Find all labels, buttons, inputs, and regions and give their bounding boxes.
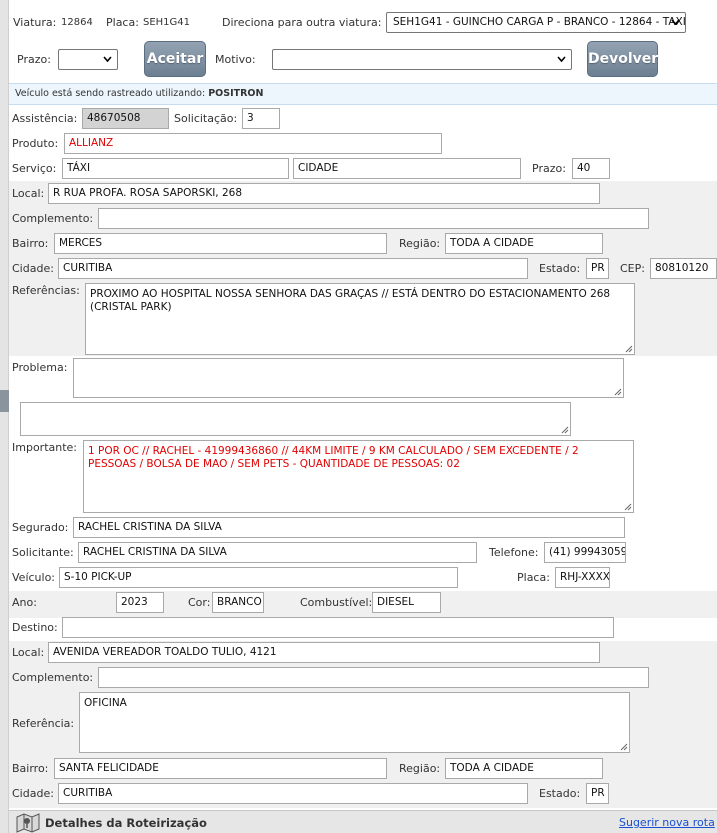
dest-local-label: Local: — [12, 646, 45, 659]
dest-referencia-text: OFICINA — [84, 697, 127, 709]
prazo-select[interactable] — [58, 49, 118, 70]
servico-area-field[interactable]: CIDADE — [293, 158, 521, 179]
sugerir-nova-rota-link[interactable]: Sugerir nova rota — [619, 816, 715, 829]
cor-field[interactable]: BRANCO — [212, 592, 264, 613]
aceitar-button[interactable]: Aceitar — [144, 41, 206, 77]
solicitante-label: Solicitante: — [12, 546, 74, 559]
importante-label: Importante: — [12, 441, 78, 454]
devolver-button[interactable]: Devolver — [587, 41, 658, 77]
tracking-banner: Veículo está sendo rastreado utilizando:… — [9, 83, 717, 105]
chevron-down-icon — [557, 56, 566, 63]
tracking-text: Veículo está sendo rastreado utilizando: — [15, 88, 206, 99]
regiao-field[interactable]: TODA A CIDADE — [445, 233, 603, 254]
bairro-field[interactable]: MERCES — [54, 233, 387, 254]
chevron-down-icon — [103, 56, 112, 63]
cidade-label: Cidade: — [12, 262, 54, 275]
cidade-field[interactable]: CURITIBA — [58, 258, 528, 279]
motivo-label: Motivo: — [215, 53, 256, 66]
importante-textarea[interactable]: 1 POR OC // RACHEL - 41999436860 // 44KM… — [83, 440, 634, 513]
dest-referencia-textarea[interactable]: OFICINA — [79, 692, 630, 753]
problema-textarea[interactable] — [73, 358, 624, 398]
viatura-select[interactable]: SEH1G41 - GUINCHO CARGA P - BRANCO - 128… — [386, 12, 686, 33]
complemento-label: Complemento: — [12, 212, 94, 225]
routing-details-title: Detalhes da Roteirização — [45, 816, 207, 830]
estado-field[interactable]: PR — [586, 258, 609, 279]
cep-label: CEP: — [620, 262, 645, 275]
cor-label: Cor: — [188, 596, 211, 609]
resize-grip-icon[interactable] — [624, 344, 633, 353]
dest-regiao-field[interactable]: TODA A CIDADE — [445, 758, 603, 779]
combustivel-field[interactable]: DIESEL — [372, 592, 441, 613]
destino-label: Destino: — [12, 621, 58, 634]
veiculo-field[interactable]: S-10 PICK-UP — [59, 567, 458, 588]
assistencia-field[interactable]: 48670508 — [82, 108, 169, 129]
dest-cidade-label: Cidade: — [12, 787, 54, 800]
produto-field[interactable]: ALLIANZ — [64, 133, 442, 154]
servico-label: Serviço: — [12, 162, 57, 175]
dest-referencia-label: Referência: — [12, 717, 75, 730]
segurado-field[interactable]: RACHEL CRISTINA DA SILVA — [73, 517, 625, 538]
placa-value: SEH1G41 — [143, 17, 191, 28]
motivo-select[interactable] — [272, 49, 572, 70]
viatura-select-value: SEH1G41 - GUINCHO CARGA P - BRANCO - 128… — [393, 16, 686, 28]
referencias-label: Referências: — [12, 284, 80, 297]
telefone-field[interactable]: (41) 99943059€ — [544, 542, 626, 563]
ano-label: Ano: — [12, 596, 37, 609]
servico-field[interactable]: TÁXI — [62, 158, 289, 179]
cep-field[interactable]: 80810120 — [650, 258, 717, 279]
solicitacao-label: Solicitação: — [174, 112, 238, 125]
problema-extra-textarea[interactable] — [20, 402, 571, 436]
produto-label: Produto: — [12, 137, 59, 150]
panel-collapse-handle[interactable] — [0, 390, 9, 412]
chevron-down-icon — [671, 19, 680, 26]
servico-prazo-field[interactable]: 40 — [572, 158, 610, 179]
combustivel-label: Combustível: — [300, 596, 373, 609]
direciona-label: Direciona para outra viatura: — [222, 16, 382, 29]
telefone-label: Telefone: — [489, 546, 539, 559]
dest-regiao-label: Região: — [399, 762, 441, 775]
dest-cidade-field[interactable]: CURITIBA — [58, 783, 528, 804]
vehicle-placa-field[interactable]: RHJ-XXXX — [555, 567, 610, 588]
bairro-label: Bairro: — [12, 237, 49, 250]
complemento-field[interactable] — [98, 208, 649, 229]
left-rail — [0, 0, 9, 833]
assistencia-label: Assistência: — [12, 112, 78, 125]
referencias-textarea[interactable]: PROXIMO AO HOSPITAL NOSSA SENHORA DAS GR… — [85, 283, 635, 355]
dest-estado-field[interactable]: PR — [586, 783, 609, 804]
placa-label: Placa: — [106, 16, 139, 29]
importante-text: 1 POR OC // RACHEL - 41999436860 // 44KM… — [88, 445, 579, 470]
servico-prazo-label: Prazo: — [532, 162, 566, 175]
tracking-provider: POSITRON — [208, 88, 264, 99]
dest-complemento-field[interactable] — [98, 667, 649, 688]
referencias-text: PROXIMO AO HOSPITAL NOSSA SENHORA DAS GR… — [90, 288, 611, 313]
problema-label: Problema: — [12, 361, 68, 374]
segurado-label: Segurado: — [12, 521, 69, 534]
map-icon — [16, 813, 40, 833]
dest-bairro-field[interactable]: SANTA FELICIDADE — [54, 758, 387, 779]
viatura-value: 12864 — [61, 17, 93, 28]
estado-label: Estado: — [539, 262, 581, 275]
local-label: Local: — [12, 187, 45, 200]
resize-grip-icon[interactable] — [613, 387, 622, 396]
dest-complemento-label: Complemento: — [12, 671, 94, 684]
solicitante-field[interactable]: RACHEL CRISTINA DA SILVA — [78, 542, 477, 563]
resize-grip-icon[interactable] — [623, 502, 632, 511]
veiculo-label: Veículo: — [12, 571, 56, 584]
resize-grip-icon[interactable] — [560, 425, 569, 434]
destino-field[interactable] — [62, 617, 614, 638]
dest-bairro-label: Bairro: — [12, 762, 49, 775]
prazo-action-label: Prazo: — [17, 53, 51, 66]
viatura-label: Viatura: — [13, 16, 57, 29]
dest-estado-label: Estado: — [539, 787, 581, 800]
dest-local-field[interactable]: AVENIDA VEREADOR TOALDO TULIO, 4121 — [48, 642, 600, 663]
regiao-label: Região: — [399, 237, 441, 250]
vehicle-placa-label: Placa: — [517, 571, 550, 584]
ano-field[interactable]: 2023 — [116, 592, 164, 613]
routing-details-bar[interactable]: Detalhes da Roteirização Sugerir nova ro… — [9, 810, 717, 833]
resize-grip-icon[interactable] — [619, 742, 628, 751]
local-field[interactable]: R RUA PROFA. ROSA SAPORSKI, 268 — [48, 183, 600, 204]
solicitacao-field[interactable]: 3 — [242, 108, 280, 129]
